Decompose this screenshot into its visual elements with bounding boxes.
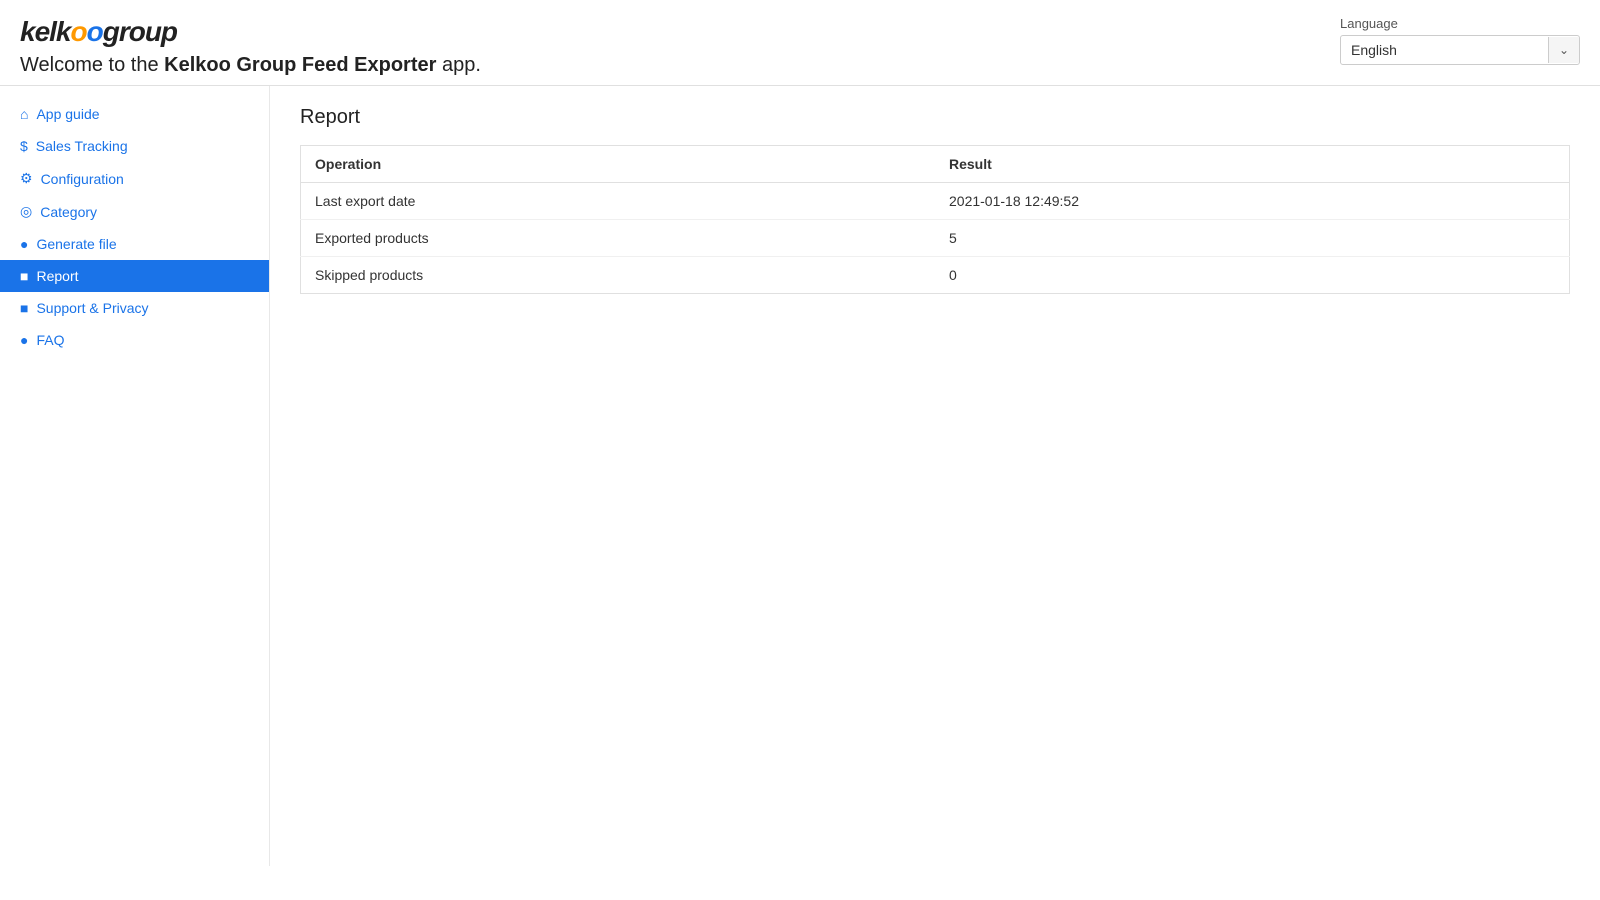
sidebar-label-support-privacy: Support & Privacy: [36, 300, 148, 316]
report-title: Report: [300, 106, 1570, 129]
table-cell-result-2: 5: [935, 220, 1570, 257]
sidebar-label-faq: FAQ: [36, 332, 64, 348]
table-header-result: Result: [935, 146, 1570, 183]
welcome-suffix: app.: [436, 54, 480, 76]
question-icon: ●: [20, 332, 28, 348]
table-body: Last export date 2021-01-18 12:49:52 Exp…: [301, 183, 1570, 294]
home-icon: ⌂: [20, 106, 28, 122]
table-header-operation: Operation: [301, 146, 936, 183]
logo-o2: o: [87, 16, 103, 47]
sidebar-label-generate-file: Generate file: [36, 236, 116, 252]
table-cell-operation-1: Last export date: [301, 183, 936, 220]
table-header-row: Operation Result: [301, 146, 1570, 183]
square-icon-report: ■: [20, 268, 28, 284]
sidebar-label-sales-tracking: Sales Tracking: [36, 138, 128, 154]
table-cell-operation-2: Exported products: [301, 220, 936, 257]
table-row: Exported products 5: [301, 220, 1570, 257]
header: kelkoogroup Welcome to the Kelkoo Group …: [0, 0, 1600, 86]
sidebar-item-generate-file[interactable]: ● Generate file: [0, 228, 269, 260]
circle-icon: ◎: [20, 203, 32, 220]
table-row: Skipped products 0: [301, 257, 1570, 294]
sidebar-label-category: Category: [40, 204, 97, 220]
sidebar: ⌂ App guide $ Sales Tracking ⚙ Configura…: [0, 86, 270, 866]
sidebar-label-app-guide: App guide: [36, 106, 99, 122]
language-label: Language: [1340, 16, 1580, 31]
sidebar-item-faq[interactable]: ● FAQ: [0, 324, 269, 356]
sidebar-item-report[interactable]: ■ Report: [0, 260, 269, 292]
sidebar-item-configuration[interactable]: ⚙ Configuration: [0, 162, 269, 195]
welcome-prefix: Welcome to the: [20, 54, 164, 76]
dollar-icon: $: [20, 138, 28, 154]
chevron-down-icon: ⌄: [1548, 37, 1579, 63]
table-cell-operation-3: Skipped products: [301, 257, 936, 294]
logo-group: group: [103, 16, 177, 47]
language-select[interactable]: English French German Spanish: [1341, 36, 1548, 64]
logo-o1: o: [71, 16, 87, 47]
table-cell-result-1: 2021-01-18 12:49:52: [935, 183, 1570, 220]
welcome-bold: Kelkoo Group Feed Exporter: [164, 54, 436, 76]
sidebar-item-app-guide[interactable]: ⌂ App guide: [0, 98, 269, 130]
dot-icon: ●: [20, 236, 28, 252]
sidebar-item-support-privacy[interactable]: ■ Support & Privacy: [0, 292, 269, 324]
sidebar-item-category[interactable]: ◎ Category: [0, 195, 269, 228]
square-icon-support: ■: [20, 300, 28, 316]
sidebar-item-sales-tracking[interactable]: $ Sales Tracking: [0, 130, 269, 162]
sidebar-label-report: Report: [36, 268, 78, 284]
gear-icon: ⚙: [20, 170, 33, 187]
language-selector: Language English French German Spanish ⌄: [1340, 16, 1580, 65]
layout: ⌂ App guide $ Sales Tracking ⚙ Configura…: [0, 86, 1600, 866]
language-dropdown[interactable]: English French German Spanish ⌄: [1340, 35, 1580, 65]
main-content: Report Operation Result Last export date…: [270, 86, 1600, 866]
table-row: Last export date 2021-01-18 12:49:52: [301, 183, 1570, 220]
logo-kelk: kelk: [20, 16, 71, 47]
table-cell-result-3: 0: [935, 257, 1570, 294]
report-table: Operation Result Last export date 2021-0…: [300, 145, 1570, 294]
sidebar-label-configuration: Configuration: [41, 171, 124, 187]
